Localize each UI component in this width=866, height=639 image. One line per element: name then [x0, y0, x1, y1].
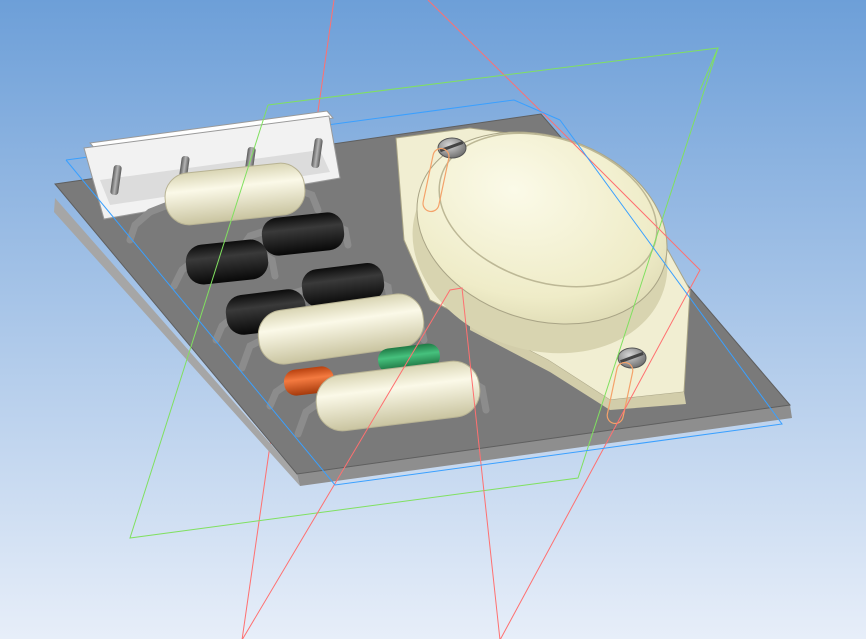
pcb-assembly-model[interactable]: [0, 0, 866, 639]
cad-3d-viewport[interactable]: [0, 0, 866, 639]
